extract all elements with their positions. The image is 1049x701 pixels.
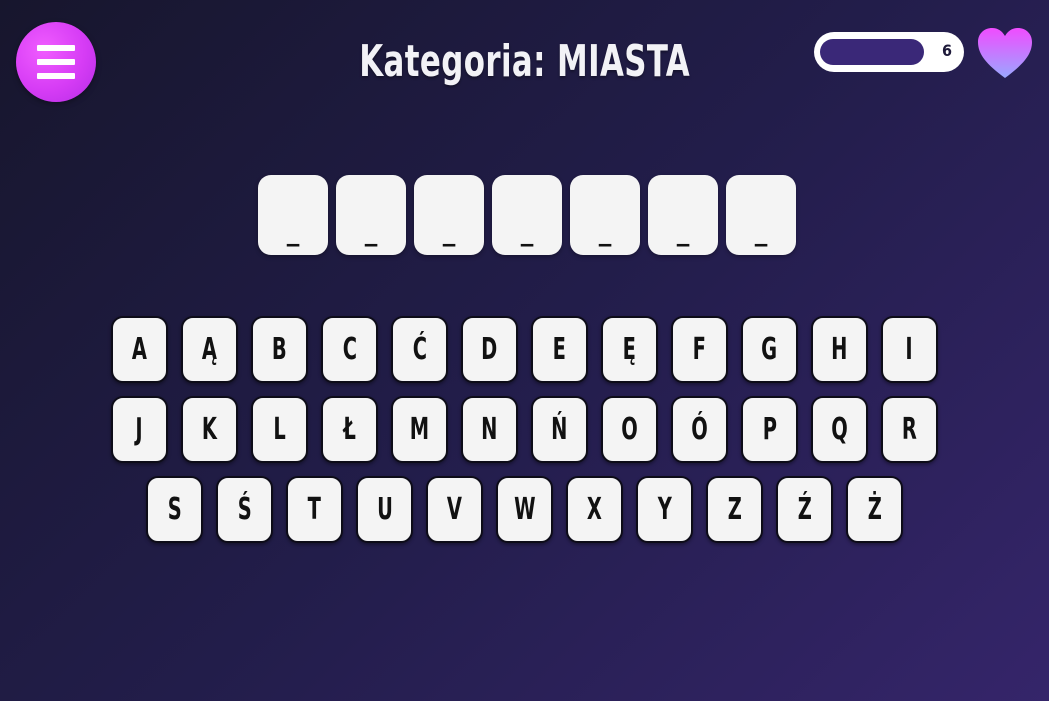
- letter-key[interactable]: H: [811, 316, 868, 383]
- letter-key-label: C: [342, 332, 357, 367]
- letter-key[interactable]: V: [426, 476, 483, 543]
- letter-key[interactable]: Ł: [321, 396, 378, 463]
- letter-key-label: X: [586, 492, 602, 527]
- letter-key-label: B: [272, 332, 287, 367]
- letter-key[interactable]: Ć: [391, 316, 448, 383]
- letter-key[interactable]: M: [391, 396, 448, 463]
- letter-key-label: Z: [727, 492, 742, 527]
- letter-key-label: Ó: [691, 412, 708, 447]
- letter-key[interactable]: O: [601, 396, 658, 463]
- letter-key-label: G: [761, 332, 778, 367]
- word-slots: _ _ _ _ _ _ _: [258, 175, 796, 255]
- letter-key-label: F: [692, 332, 707, 367]
- letter-key[interactable]: K: [181, 396, 238, 463]
- letter-key[interactable]: G: [741, 316, 798, 383]
- letter-key-label: Ć: [412, 332, 427, 367]
- letter-key[interactable]: W: [496, 476, 553, 543]
- letter-slot: _: [414, 175, 484, 255]
- letter-key-label: I: [905, 332, 914, 367]
- letter-key-label: P: [762, 412, 777, 447]
- letter-key-label: S: [167, 492, 182, 527]
- letter-key[interactable]: T: [286, 476, 343, 543]
- letter-key-label: Ł: [343, 412, 356, 447]
- letter-slot: _: [258, 175, 328, 255]
- letter-key-label: E: [552, 332, 567, 367]
- letter-key[interactable]: Z: [706, 476, 763, 543]
- letter-key[interactable]: C: [321, 316, 378, 383]
- letter-key-label: H: [831, 332, 848, 367]
- menu-button[interactable]: [16, 22, 96, 102]
- keyboard-row: AĄBCĆDEĘFGHI: [0, 316, 1049, 383]
- letter-slot: _: [336, 175, 406, 255]
- letter-key[interactable]: P: [741, 396, 798, 463]
- letter-key[interactable]: N: [461, 396, 518, 463]
- letter-key-label: Ń: [551, 412, 568, 447]
- keyboard-row: SŚTUVWXYZŹŻ: [0, 476, 1049, 543]
- letter-key[interactable]: Ń: [531, 396, 588, 463]
- letter-key[interactable]: Ę: [601, 316, 658, 383]
- lives-progress-bar: 6: [814, 32, 964, 72]
- letter-slot: _: [570, 175, 640, 255]
- letter-key[interactable]: S: [146, 476, 203, 543]
- letter-key[interactable]: Y: [636, 476, 693, 543]
- letter-key[interactable]: D: [461, 316, 518, 383]
- letter-key[interactable]: Ś: [216, 476, 273, 543]
- letter-key-label: R: [902, 412, 917, 447]
- keyboard-row: JKLŁMNŃOÓPQR: [0, 396, 1049, 463]
- letter-slot: _: [648, 175, 718, 255]
- letter-key[interactable]: E: [531, 316, 588, 383]
- letter-key-label: Q: [831, 412, 848, 447]
- hamburger-icon: [37, 59, 75, 65]
- letter-key-label: Y: [657, 492, 672, 527]
- letter-key[interactable]: Ż: [846, 476, 903, 543]
- letter-key-label: U: [376, 492, 393, 527]
- letter-key-label: D: [481, 332, 498, 367]
- hamburger-icon: [37, 73, 75, 79]
- letter-key[interactable]: I: [881, 316, 938, 383]
- letter-key[interactable]: Ą: [181, 316, 238, 383]
- letter-key-label: A: [131, 332, 148, 367]
- letter-key-label: L: [273, 412, 286, 447]
- letter-key-label: O: [621, 412, 638, 447]
- letter-key[interactable]: R: [881, 396, 938, 463]
- heart-icon: [978, 28, 1032, 78]
- lives-progress-fill: [820, 39, 924, 65]
- letter-keyboard: A Ą B C Ć D E Ę F G H I J K L Ł M N Ń O Ó P Q R S Ś T U V W X Y Z Ź Ż: [0, 316, 1049, 556]
- letter-key[interactable]: L: [251, 396, 308, 463]
- letter-key[interactable]: Ó: [671, 396, 728, 463]
- letter-key-label: W: [513, 492, 536, 527]
- letter-slot: _: [492, 175, 562, 255]
- category-title: Kategoria: MIASTA: [359, 36, 691, 87]
- letter-key-label: K: [201, 412, 218, 447]
- letter-key-label: J: [135, 412, 144, 447]
- letter-key-label: M: [409, 412, 430, 447]
- letter-key-label: V: [446, 492, 463, 527]
- letter-slot: _: [726, 175, 796, 255]
- letter-key-label: Ą: [201, 332, 218, 367]
- letter-key[interactable]: U: [356, 476, 413, 543]
- letter-key[interactable]: F: [671, 316, 728, 383]
- letter-key[interactable]: Ź: [776, 476, 833, 543]
- letter-key[interactable]: B: [251, 316, 308, 383]
- lives-count: 6: [941, 41, 952, 60]
- letter-key-label: Ż: [867, 492, 882, 527]
- letter-key-label: Ę: [622, 332, 637, 367]
- letter-key-label: Ś: [237, 492, 252, 527]
- letter-key-label: N: [481, 412, 498, 447]
- letter-key-label: Ź: [797, 492, 812, 527]
- letter-key[interactable]: Q: [811, 396, 868, 463]
- letter-key-label: T: [307, 492, 322, 527]
- letter-key[interactable]: X: [566, 476, 623, 543]
- letter-key[interactable]: J: [111, 396, 168, 463]
- hamburger-icon: [37, 45, 75, 51]
- letter-key[interactable]: A: [111, 316, 168, 383]
